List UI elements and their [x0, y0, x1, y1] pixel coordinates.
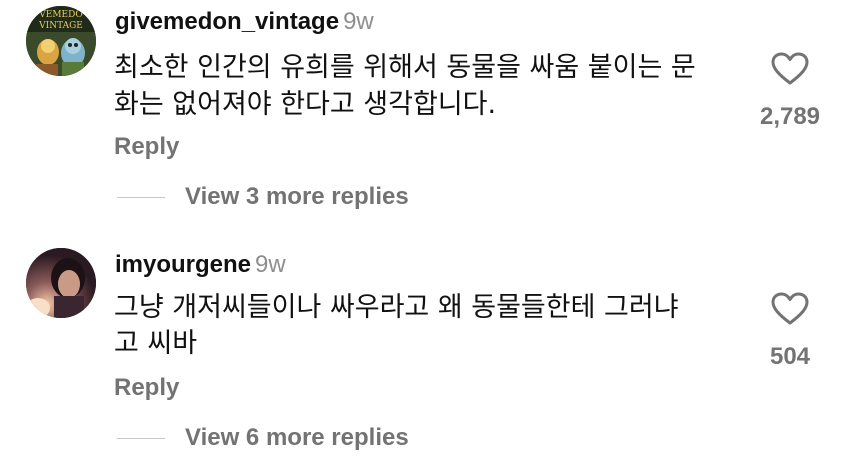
divider-line: [117, 196, 165, 198]
heart-outline-icon[interactable]: [771, 52, 809, 86]
comment-text-line-2: 화는 없어져야 한다고 생각합니다.: [114, 89, 497, 120]
reply-button[interactable]: Reply: [114, 374, 179, 402]
view-more-replies-button[interactable]: View 6 more replies: [117, 423, 409, 453]
avatar[interactable]: VEMEDO VINTAGE: [26, 6, 96, 76]
avatar-image: [26, 248, 96, 318]
avatar-image: VEMEDO VINTAGE: [26, 6, 96, 76]
comment-header: imyourgene 9w: [115, 250, 286, 280]
avatar-logo-text-top: VEMEDO: [38, 10, 82, 20]
username[interactable]: imyourgene: [115, 251, 251, 278]
username[interactable]: givemedon_vintage: [115, 8, 339, 35]
comment-text-line-2: 고 씨바: [114, 328, 198, 359]
view-more-replies-button[interactable]: View 3 more replies: [117, 182, 409, 212]
avatar-logo-text-bottom: VINTAGE: [38, 21, 83, 31]
heart-outline-icon[interactable]: [771, 292, 809, 326]
comment-text-line-1: 그냥 개저씨들이나 싸우라고 왜 동물들한테 그러냐: [114, 292, 679, 323]
view-more-replies-label: View 3 more replies: [185, 183, 409, 210]
divider-line: [117, 437, 165, 439]
like-count: 504: [769, 343, 811, 370]
avatar[interactable]: [26, 248, 96, 318]
comment-header: givemedon_vintage 9w: [115, 7, 374, 37]
like-count: 2,789: [759, 103, 821, 130]
reply-button[interactable]: Reply: [114, 133, 179, 161]
comment-text-line-1: 최소한 인간의 유희를 위해서 동물을 싸움 붙이는 문: [114, 52, 696, 83]
timestamp: 9w: [343, 8, 374, 35]
timestamp: 9w: [255, 251, 286, 278]
view-more-replies-label: View 6 more replies: [185, 424, 409, 451]
